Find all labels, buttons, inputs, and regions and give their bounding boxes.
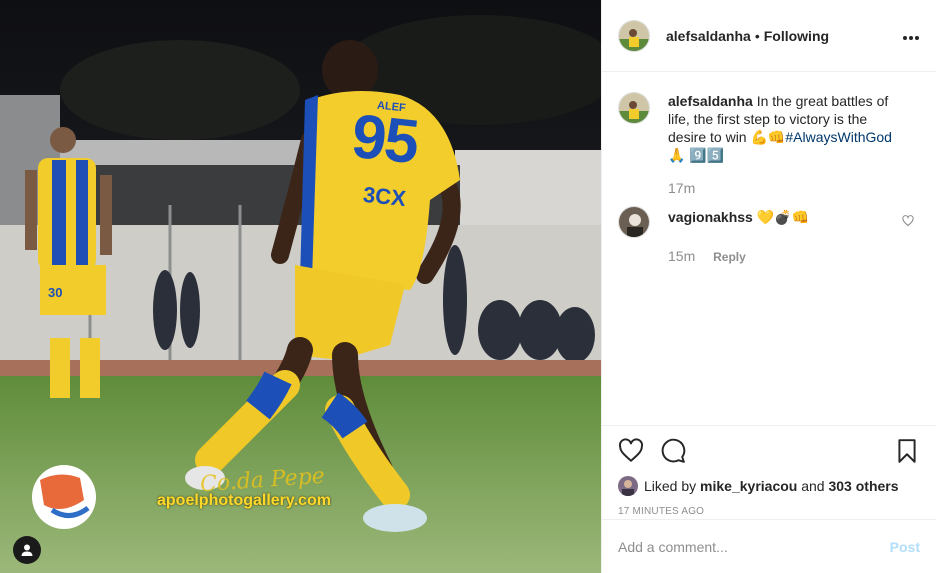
liker-avatar[interactable]	[618, 476, 638, 496]
comment-text: 💛💣👊	[756, 209, 810, 225]
comments-section: alefsaldanha In the great battles of lif…	[602, 72, 936, 425]
likes-user[interactable]: mike_kyriacou	[700, 478, 797, 494]
likes-middle: and	[801, 478, 825, 494]
comment-input[interactable]	[618, 538, 890, 555]
follow-status-button[interactable]: Following	[764, 28, 829, 44]
caption-username[interactable]: alefsaldanha	[668, 93, 753, 109]
caption-text-block: alefsaldanha In the great battles of lif…	[668, 92, 898, 164]
comment-username[interactable]: vagionakhss	[668, 209, 753, 225]
heart-outline-icon	[902, 215, 914, 227]
caption-avatar[interactable]	[618, 92, 650, 124]
heart-icon	[618, 438, 644, 462]
more-options-button[interactable]	[902, 25, 920, 46]
comment-icon	[661, 438, 686, 463]
comment-like-button[interactable]	[902, 214, 914, 230]
caption-tail: 🙏 9️⃣5️⃣	[668, 147, 725, 163]
author-avatar[interactable]	[618, 19, 650, 52]
comment-button[interactable]	[660, 438, 686, 464]
more-dots-icon	[903, 36, 919, 40]
post-comment-button[interactable]: Post	[890, 539, 920, 555]
post-header: alefsaldanha • Following	[602, 0, 936, 72]
caption-time[interactable]: 17m	[668, 180, 695, 196]
bookmark-icon	[898, 439, 916, 463]
user-silhouette-icon	[21, 544, 33, 556]
comment-meta: 15m Reply	[668, 248, 920, 264]
action-bar	[618, 436, 920, 466]
author-username[interactable]: alefsaldanha	[666, 28, 751, 44]
caption-meta: 17m	[668, 180, 920, 196]
likes-prefix: Liked by	[644, 478, 697, 494]
shorts-number: 30	[48, 285, 63, 300]
like-button[interactable]	[618, 438, 644, 464]
commenter-avatar[interactable]	[618, 206, 650, 238]
comment-time[interactable]: 15m	[668, 248, 695, 264]
likes-others[interactable]: 303 others	[828, 478, 898, 494]
user-tags-button[interactable]	[13, 536, 41, 564]
likes-summary: Liked by mike_kyriacou and 303 others	[618, 476, 920, 496]
save-button[interactable]	[894, 438, 920, 464]
comment-item: vagionakhss 💛💣👊	[618, 206, 920, 238]
post-details-panel: alefsaldanha • Following alefsaldanha In…	[601, 0, 936, 573]
jersey-number: 95	[348, 101, 421, 178]
caption-hashtag[interactable]: #AlwaysWithGod	[785, 129, 892, 145]
photo-watermark: apoelphotogallery.com	[157, 492, 331, 509]
post-modal: ALEF 95 3CX 30 Co.da Pepe apoelphotogall…	[0, 0, 936, 573]
post-timestamp[interactable]: 17 MINUTES AGO	[618, 506, 920, 517]
comment-text-block: vagionakhss 💛💣👊	[668, 208, 898, 238]
jersey-sponsor: 3CX	[361, 181, 408, 212]
reply-button[interactable]: Reply	[713, 250, 746, 264]
add-comment-bar: Post	[602, 519, 936, 573]
caption: alefsaldanha In the great battles of lif…	[618, 92, 920, 164]
post-photo[interactable]: ALEF 95 3CX 30 Co.da Pepe apoelphotogall…	[0, 0, 601, 573]
header-separator: •	[754, 27, 760, 44]
